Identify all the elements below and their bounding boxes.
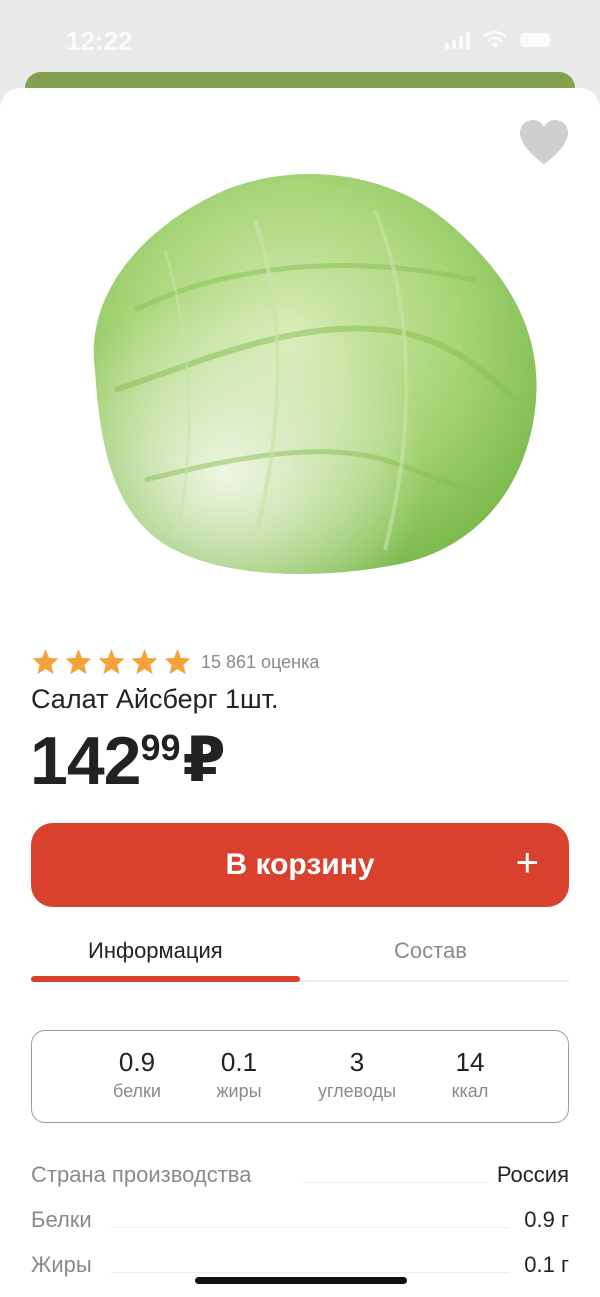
rating-row[interactable]: 15 861 оценка	[31, 648, 319, 676]
spec-value: Россия	[496, 1162, 569, 1188]
plus-icon: +	[515, 841, 539, 885]
status-icons	[445, 30, 550, 50]
star-icon	[164, 649, 191, 675]
wifi-icon	[483, 31, 507, 48]
signal-icon	[445, 31, 470, 49]
product-title: Салат Айсберг 1шт.	[31, 684, 279, 714]
spec-label: Белки	[31, 1207, 92, 1233]
price-currency: ₽	[182, 726, 226, 795]
price-main: 142	[30, 723, 141, 799]
nutrition-label: жиры	[216, 1081, 262, 1101]
spec-divider	[303, 1182, 489, 1183]
nutrition-fat: 0.1 жиры	[184, 1045, 294, 1103]
spec-label: Страна производства	[31, 1162, 252, 1188]
spec-divider	[111, 1227, 509, 1228]
tab-composition[interactable]: Состав	[394, 938, 467, 964]
spec-value: 0.9 г	[524, 1207, 569, 1233]
tab-info[interactable]: Информация	[88, 938, 223, 964]
price-cents: 99	[140, 727, 181, 768]
lettuce-image	[93, 174, 537, 575]
star-icon	[98, 649, 125, 675]
nutrition-summary: 0.9 белки 0.1 жиры 3 углеводы 14 ккал	[31, 1030, 569, 1123]
heart-icon[interactable]	[518, 118, 570, 166]
nutrition-value: 14	[455, 1047, 485, 1077]
star-icon	[32, 649, 59, 675]
add-to-cart-label: В корзину	[225, 848, 375, 881]
add-to-cart-button[interactable]: В корзину +	[31, 823, 569, 907]
nutrition-protein: 0.9 белки	[82, 1045, 192, 1103]
spec-divider	[111, 1272, 509, 1273]
active-tab-indicator	[31, 976, 300, 982]
nutrition-kcal: 14 ккал	[415, 1045, 525, 1103]
tabs: Информация Состав	[31, 928, 569, 982]
price: 142 99 ₽	[30, 726, 226, 796]
star-icon	[131, 649, 158, 675]
status-time: 12:22	[66, 26, 133, 56]
rating-stars	[31, 648, 192, 676]
product-sheet: 15 861 оценка Салат Айсберг 1шт. 142 99 …	[0, 88, 600, 1297]
battery-icon	[520, 33, 550, 47]
home-indicator	[195, 1277, 407, 1284]
spec-value: 0.1 г	[524, 1252, 569, 1278]
star-icon	[65, 649, 92, 675]
nutrition-label: углеводы	[317, 1081, 397, 1101]
nutrition-carbs: 3 углеводы	[302, 1045, 412, 1103]
nutrition-label: белки	[113, 1081, 161, 1101]
rating-count: 15 861 оценка	[201, 651, 320, 672]
nutrition-label: ккал	[451, 1081, 489, 1101]
nutrition-value: 3	[349, 1047, 365, 1077]
spec-label: Жиры	[31, 1252, 92, 1278]
nutrition-value: 0.9	[118, 1047, 156, 1077]
status-bar: 12:22	[0, 0, 600, 80]
spec-row-protein: Белки 0.9 г	[31, 1207, 569, 1237]
spec-row-country: Страна производства Россия	[31, 1162, 569, 1192]
nutrition-value: 0.1	[220, 1047, 258, 1077]
